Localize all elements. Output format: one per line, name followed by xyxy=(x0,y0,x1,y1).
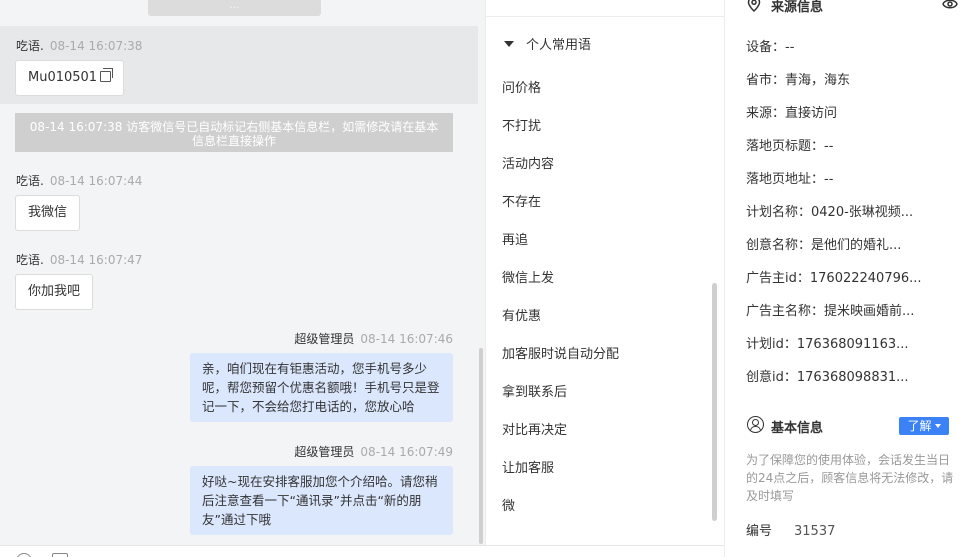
info-row-advertiser-id: 广告主id：176022240796... xyxy=(746,271,922,286)
message-time: 08-14 16:07:46 xyxy=(360,332,453,346)
chat-scrollbar-thumb[interactable] xyxy=(479,348,483,544)
message-time: 08-14 16:07:44 xyxy=(49,174,143,188)
phrase-item[interactable]: 微 xyxy=(502,495,515,514)
phrase-item[interactable]: 拿到联系后 xyxy=(502,381,567,400)
phrase-item[interactable]: 有优惠 xyxy=(502,305,541,324)
sender-name: 超级管理员 xyxy=(294,445,355,459)
info-row-source: 来源：直接访问 xyxy=(746,106,838,121)
workspace: ... 吃语. 08-14 16:07:38 Mu010501 08-14 16:… xyxy=(0,0,971,557)
message-text: 你加我吧 xyxy=(28,284,81,299)
customer-message-bubble[interactable]: 你加我吧 xyxy=(15,274,94,310)
agent-message-bubble[interactable]: 好哒~现在安排客服加您个介绍哈。请您稍后注意查看一下“通讯录”并点击“新的朋友”… xyxy=(190,466,453,535)
copy-icon[interactable] xyxy=(100,68,114,82)
phrases-scrollbar-thumb[interactable] xyxy=(712,283,717,521)
phrase-item[interactable]: 不存在 xyxy=(502,191,541,210)
number-label: 编号 xyxy=(746,524,773,539)
sender-name: 超级管理员 xyxy=(294,332,355,346)
info-row-region: 省市：青海，海东 xyxy=(746,73,851,88)
quick-phrases-panel: 个人常用语 问价格 不打扰 活动内容 不存在 再追 微信上发 有优惠 加客服时说… xyxy=(485,0,725,545)
phrase-item[interactable]: 再追 xyxy=(502,229,528,248)
chat-scrollbar[interactable] xyxy=(479,0,483,545)
customer-message-bubble[interactable]: 我微信 xyxy=(15,195,81,231)
caret-down-icon xyxy=(504,41,514,47)
phrase-item[interactable]: 对比再决定 xyxy=(502,419,567,438)
customer-message-bubble[interactable]: Mu010501 xyxy=(15,60,125,96)
phrase-item[interactable]: 活动内容 xyxy=(502,153,554,172)
info-row-advertiser-name: 广告主名称：提米映画婚前... xyxy=(746,304,915,319)
history-divider: ... xyxy=(148,0,321,16)
learn-more-button[interactable]: 了解 xyxy=(899,417,949,435)
message-meta: 超级管理员 08-14 16:07:49 xyxy=(190,443,453,460)
phrase-item[interactable]: 微信上发 xyxy=(502,267,554,286)
message-time: 08-14 16:07:38 xyxy=(49,39,143,53)
phrase-group-header[interactable]: 个人常用语 xyxy=(504,34,591,53)
info-row-landing-url: 落地页地址：-- xyxy=(746,172,834,187)
sender-name: 吃语. xyxy=(16,39,44,53)
message-meta: 超级管理员 08-14 16:07:46 xyxy=(190,330,453,347)
customer-number-row: 编号 31537 xyxy=(746,520,835,539)
agent-message-bubble[interactable]: 亲，咱们现在有钜惠活动，您手机号多少呢，帮您预留个优惠名额哦！手机号只是登记一下… xyxy=(190,353,453,422)
message-time: 08-14 16:07:49 xyxy=(360,445,453,459)
info-row-plan-id: 计划id：176368091163... xyxy=(746,337,909,352)
basic-info-note: 为了保障您的使用体验，会话发生当日的24点之后，顾客信息将无法修改，请及时填写 xyxy=(746,453,954,503)
image-icon[interactable] xyxy=(52,553,68,557)
message-time: 08-14 16:07:47 xyxy=(49,253,143,267)
info-row-device: 设备：-- xyxy=(746,40,795,55)
divider xyxy=(486,16,725,17)
phrase-item[interactable]: 不打扰 xyxy=(502,115,541,134)
caret-down-icon xyxy=(934,424,941,428)
view-settings-icon[interactable] xyxy=(941,0,959,12)
sender-name: 吃语. xyxy=(16,174,44,188)
phrase-item[interactable]: 让加客服 xyxy=(502,457,554,476)
chat-panel: ... 吃语. 08-14 16:07:38 Mu010501 08-14 16:… xyxy=(0,0,485,545)
phrase-group-title: 个人常用语 xyxy=(526,38,592,53)
message-meta: 吃语. 08-14 16:07:44 xyxy=(16,172,142,189)
phrase-item[interactable]: 加客服时说自动分配 xyxy=(502,343,619,362)
info-row-creative-id: 创意id：176368098831... xyxy=(746,370,909,385)
basic-info-title: 基本信息 xyxy=(771,421,824,436)
phrase-item[interactable]: 问价格 xyxy=(502,77,541,96)
location-pin-icon xyxy=(747,0,761,12)
user-icon xyxy=(747,416,764,433)
message-meta: 吃语. 08-14 16:07:38 xyxy=(16,37,142,54)
source-info-title: 来源信息 xyxy=(771,0,824,15)
info-row-creative-name: 创意名称：是他们的婚礼... xyxy=(746,238,902,253)
info-row-plan-name: 计划名称：0420-张琳视频... xyxy=(746,205,914,220)
message-meta: 吃语. 08-14 16:07:47 xyxy=(16,251,142,268)
emoji-icon[interactable] xyxy=(16,553,32,557)
customer-info-panel: 来源信息 设备：-- 省市：青海，海东 来源：直接访问 落地页标题：-- 落地页… xyxy=(724,0,971,557)
message-text: 我微信 xyxy=(28,205,68,220)
sender-name: 吃语. xyxy=(16,253,44,267)
system-notice: 08-14 16:07:38 访客微信号已自动标记右侧基本信息栏，如需修改请在基… xyxy=(15,113,453,152)
message-text: Mu010501 xyxy=(28,70,98,85)
composer-toolbar xyxy=(0,545,724,557)
number-value[interactable]: 31537 xyxy=(794,524,835,539)
info-row-landing-title: 落地页标题：-- xyxy=(746,139,834,154)
